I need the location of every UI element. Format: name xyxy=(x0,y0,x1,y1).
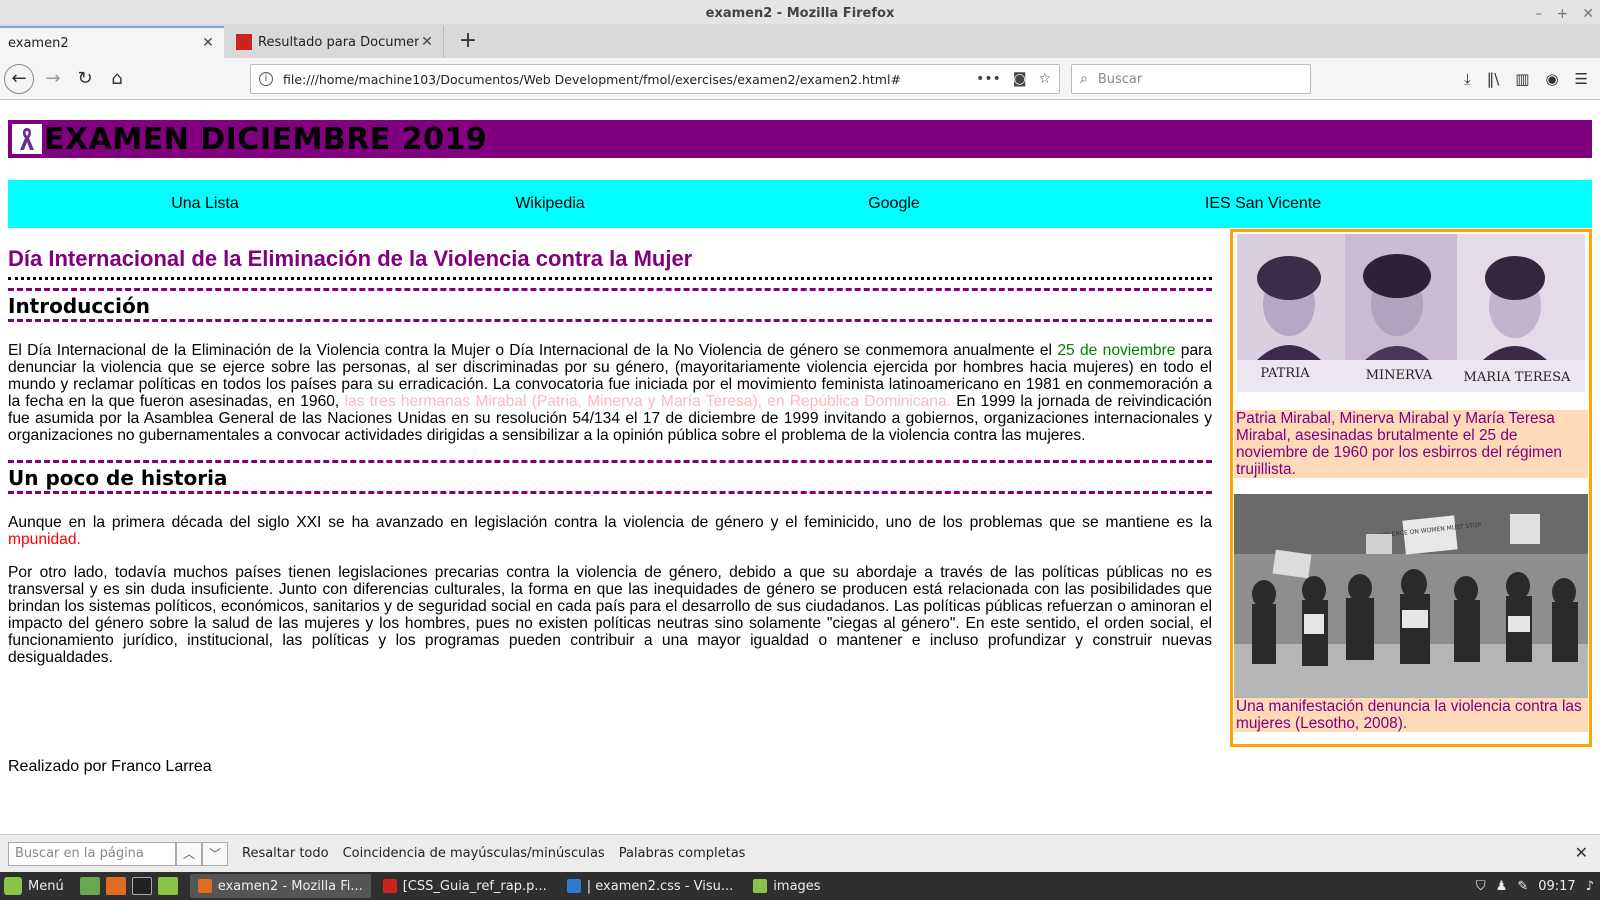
new-tab-button[interactable]: + xyxy=(456,28,480,56)
taskbar-item-firefox[interactable]: examen2 - Mozilla Fi... xyxy=(189,874,371,898)
taskbar-item-label: | examen2.css - Visu... xyxy=(586,878,734,894)
toolbar-icons: ⤓ ‖\ ▥ ◉ ☰ xyxy=(1464,64,1600,94)
find-input[interactable]: Buscar en la página xyxy=(8,841,176,866)
tab-resultado[interactable]: Resultado para Documento en ✕ xyxy=(228,26,444,58)
bookmark-star-icon[interactable]: ☆ xyxy=(1038,71,1051,87)
find-bar: Buscar en la página ︿ ﹀ Resaltar todo Co… xyxy=(0,834,1600,872)
desktop-icon[interactable] xyxy=(79,877,100,895)
main-menu: Una Lista Wikipedia Google IES San Vicen… xyxy=(8,180,1592,228)
awareness-ribbon-icon xyxy=(12,124,42,154)
home-button[interactable]: ⌂ xyxy=(102,64,132,94)
window-title: examen2 - Mozilla Firefox xyxy=(705,6,895,21)
taskbar-item-label: [CSS_Guia_ref_rap.p... xyxy=(402,878,547,894)
taskbar-item-vscode[interactable]: | examen2.css - Visu... xyxy=(559,874,742,898)
history-text-a: Aunque en la primera década del siglo XX… xyxy=(8,514,1212,531)
url-actions: ••• ◙ ☆ xyxy=(976,71,1051,87)
tab-bar: examen2 ✕ Resultado para Documento en ✕ … xyxy=(0,24,1600,58)
menu-link-wikipedia[interactable]: Wikipedia xyxy=(450,180,650,228)
pocket-icon[interactable]: ◙ xyxy=(1013,71,1027,87)
search-bar[interactable]: ⌕ Buscar xyxy=(1071,64,1311,94)
highlight-all-option[interactable]: Resaltar todo xyxy=(242,846,329,861)
intro-paragraph: El Día Internacional de la Eliminación d… xyxy=(8,342,1212,444)
taskbar-item-pdf[interactable]: [CSS_Guia_ref_rap.p... xyxy=(375,874,555,898)
tab-examen2[interactable]: examen2 ✕ xyxy=(0,26,224,58)
user-icon[interactable]: ♟ xyxy=(1496,879,1508,894)
library-icon[interactable]: ‖\ xyxy=(1487,70,1500,88)
tab-title: Resultado para Documento en xyxy=(258,34,419,50)
account-icon[interactable]: ◉ xyxy=(1545,70,1558,88)
vscode-icon xyxy=(566,879,581,893)
start-menu-label: Menú xyxy=(28,878,64,894)
shield-icon[interactable]: ⛉ xyxy=(1476,879,1486,894)
menu-link-una-lista[interactable]: Una Lista xyxy=(105,180,305,228)
close-find-bar-icon[interactable]: ✕ xyxy=(1575,843,1588,862)
sidebar-icon[interactable]: ▥ xyxy=(1515,70,1529,88)
menu-link-ies-san-vicente[interactable]: IES San Vicente xyxy=(1163,180,1363,228)
photo-label-patria: PATRIA xyxy=(1260,366,1310,381)
pdf-icon xyxy=(382,879,397,893)
article-title: Día Internacional de la Eliminación de l… xyxy=(8,240,1212,280)
firefox-icon xyxy=(197,879,212,893)
photo-label-maria-teresa: MARIA TERESA xyxy=(1464,370,1571,385)
history-paragraph-1: Aunque en la primera década del siglo XX… xyxy=(8,514,1212,548)
info-icon[interactable]: i xyxy=(259,72,273,86)
match-case-option[interactable]: Coincidencia de mayúsculas/minúsculas xyxy=(343,846,605,861)
quick-launch xyxy=(72,877,186,895)
history-paragraph-2: Por otro lado, todavía muchos países tie… xyxy=(8,564,1212,666)
main-article: Día Internacional de la Eliminación de l… xyxy=(8,240,1212,666)
taskbar-item-label: examen2 - Mozilla Fi... xyxy=(217,878,363,894)
page-content: EXAMEN DICIEMBRE 2019 Una Lista Wikipedi… xyxy=(0,100,1600,834)
photo-label-minerva: MINERVA xyxy=(1366,368,1433,383)
close-tab-icon[interactable]: ✕ xyxy=(419,34,435,50)
files-icon[interactable] xyxy=(157,877,178,895)
start-menu-button[interactable]: Menú xyxy=(0,872,72,900)
system-tray: ⛉ ♟ ✎ 09:17 ♪ xyxy=(1476,872,1594,900)
os-taskbar: Menú examen2 - Mozilla Fi... [CSS_Guia_r… xyxy=(0,872,1600,900)
sidebar-figures: PATRIA MINERVA MARIA TERESA Patria Mirab… xyxy=(1230,229,1592,747)
download-icon[interactable]: ⤓ xyxy=(1464,70,1471,88)
menu-link-google[interactable]: Google xyxy=(794,180,994,228)
section-heading-introduccion: Introducción xyxy=(8,288,1212,322)
find-previous-button[interactable]: ︿ xyxy=(176,841,202,866)
page-banner: EXAMEN DICIEMBRE 2019 xyxy=(8,120,1592,158)
footer-credit: Realizado por Franco Larrea xyxy=(8,758,212,775)
mirabal-sisters-text: las tres hermanas Mirabal (Patria, Miner… xyxy=(344,393,951,410)
caption-mirabal-sisters: Patria Mirabal, Minerva Mirabal y María … xyxy=(1234,410,1588,478)
date-highlight: 25 de noviembre xyxy=(1057,342,1176,359)
impunity-highlight: mpunidad. xyxy=(8,531,81,548)
url-bar[interactable]: i file:///home/machine103/Documentos/Web… xyxy=(250,64,1060,94)
pdf-favicon-icon xyxy=(236,34,252,50)
terminal-icon[interactable] xyxy=(131,877,152,895)
search-icon: ⌕ xyxy=(1080,71,1088,87)
folder-icon xyxy=(753,879,768,893)
banner-title: EXAMEN DICIEMBRE 2019 xyxy=(44,121,488,157)
back-button[interactable]: ← xyxy=(4,64,34,94)
tab-title: examen2 xyxy=(8,35,69,51)
clock[interactable]: 09:17 xyxy=(1538,879,1575,894)
section-heading-historia: Un poco de historia xyxy=(8,460,1212,494)
intro-text-a: El Día Internacional de la Eliminación d… xyxy=(8,342,1058,359)
find-arrows: ︿ ﹀ xyxy=(176,841,228,866)
page-actions-icon[interactable]: ••• xyxy=(976,71,1001,87)
find-next-button[interactable]: ﹀ xyxy=(202,841,228,866)
pen-icon[interactable]: ✎ xyxy=(1517,879,1528,894)
mint-logo-icon xyxy=(4,877,22,895)
url-text[interactable]: file:///home/machine103/Documentos/Web D… xyxy=(283,72,976,87)
volume-icon[interactable]: ♪ xyxy=(1586,879,1594,894)
caption-protest: Una manifestación denuncia la violencia … xyxy=(1234,698,1588,732)
taskbar-item-images[interactable]: images xyxy=(745,874,828,898)
hamburger-menu-icon[interactable]: ☰ xyxy=(1575,70,1588,88)
reload-button[interactable]: ↻ xyxy=(70,64,100,94)
close-tab-icon[interactable]: ✕ xyxy=(200,35,216,51)
taskbar-item-label: images xyxy=(773,878,821,894)
search-placeholder: Buscar xyxy=(1097,71,1143,87)
mirabal-sisters-photo: PATRIA MINERVA MARIA TERESA xyxy=(1237,234,1585,392)
forward-button[interactable]: → xyxy=(38,64,68,94)
firefox-launcher-icon[interactable] xyxy=(105,877,126,895)
navigation-toolbar: ← → ↻ ⌂ i file:///home/machine103/Docume… xyxy=(0,58,1600,100)
protest-photo: VIOLENCE ON WOMEN MUST STOP xyxy=(1234,494,1588,698)
whole-words-option[interactable]: Palabras completas xyxy=(619,846,746,861)
